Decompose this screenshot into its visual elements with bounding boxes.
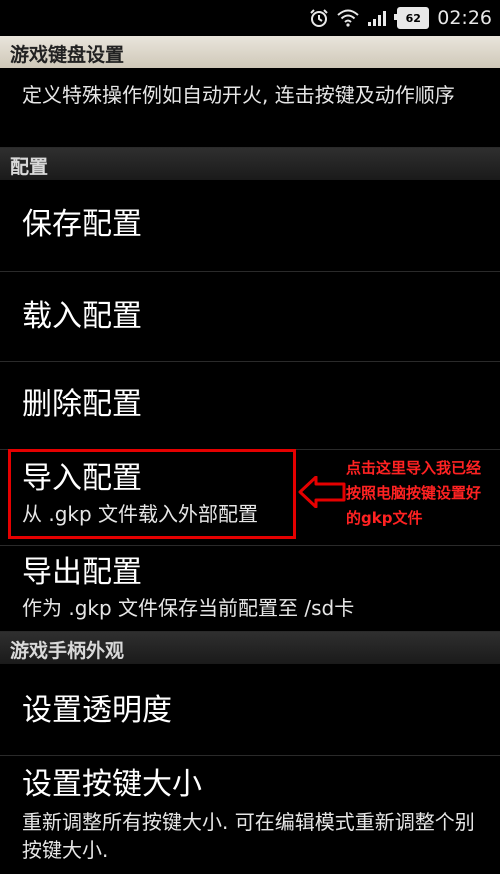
item-title: 设置按键大小: [22, 767, 202, 802]
item-title: 设置透明度: [22, 693, 172, 728]
list-item-save-config[interactable]: 保存配置: [0, 180, 500, 272]
list-item-delete-config[interactable]: 删除配置: [0, 362, 500, 450]
section-header-config: 配置: [0, 148, 500, 180]
item-title: 删除配置: [22, 387, 142, 422]
annotation-arrow-icon: [298, 476, 346, 508]
annotation-line: 按照电脑按键设置好: [346, 484, 482, 502]
annotation-text: 点击这里导入我已经 按照电脑按键设置好 的gkp文件: [346, 456, 496, 531]
battery-icon: 62: [394, 7, 430, 29]
section-header-gamepad-appearance: 游戏手柄外观: [0, 632, 500, 664]
item-title: 保存配置: [22, 207, 142, 242]
status-icons: 62 02:26: [309, 6, 492, 30]
annotation-line: 点击这里导入我已经: [346, 459, 482, 477]
list-item-set-key-size[interactable]: 设置按键大小 重新调整所有按键大小. 可在编辑模式重新调整个别按键大小.: [0, 756, 500, 874]
signal-icon: [368, 11, 387, 26]
annotation-highlight-box: [8, 449, 296, 539]
status-time: 02:26: [437, 7, 492, 29]
alarm-icon: [310, 9, 328, 27]
item-summary: 作为 .gkp 文件保存当前配置至 /sd卡: [22, 596, 355, 620]
list-item-set-transparency[interactable]: 设置透明度: [0, 664, 500, 756]
page-title: 游戏键盘设置: [0, 36, 500, 68]
list-item-load-config[interactable]: 载入配置: [0, 272, 500, 362]
item-title: 导出配置: [22, 555, 142, 590]
item-summary: 定义特殊操作例如自动开火, 连击按键及动作顺序: [22, 83, 455, 107]
list-item-special-actions[interactable]: 定义特殊操作例如自动开火, 连击按键及动作顺序: [0, 76, 500, 148]
item-summary: 重新调整所有按键大小. 可在编辑模式重新调整个别按键大小.: [22, 810, 475, 862]
wifi-icon: [337, 9, 359, 27]
list-item-export-config[interactable]: 导出配置 作为 .gkp 文件保存当前配置至 /sd卡: [0, 546, 500, 632]
annotation-line: 的gkp文件: [346, 509, 423, 527]
status-bar: 62 02:26: [0, 0, 500, 36]
item-title: 载入配置: [22, 299, 142, 334]
